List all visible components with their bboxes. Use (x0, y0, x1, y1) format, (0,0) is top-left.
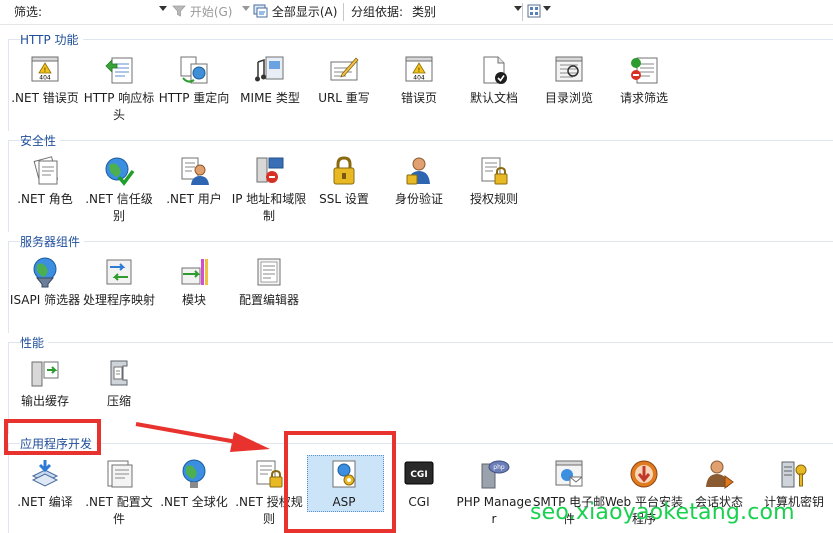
feature-label: 错误页 (400, 91, 437, 105)
svg-text:404: 404 (413, 75, 425, 82)
feature-label: PHP Manager (456, 495, 532, 526)
feature-label: SSL 设置 (319, 192, 369, 206)
section-divider (8, 342, 833, 343)
section-divider (8, 241, 833, 242)
section-title-server: 服务器组件 (20, 233, 85, 250)
php-manager-icon: php (481, 460, 510, 489)
group-by-dropdown-icon[interactable] (514, 6, 522, 11)
section-title-security: 安全性 (20, 132, 61, 149)
annotation-arrow (135, 422, 270, 452)
feature-label: .NET 错误页 (11, 91, 79, 105)
group-by-label: 分组依据: (351, 5, 404, 19)
svg-text:php: php (493, 464, 505, 471)
feature-label: 模块 (181, 293, 206, 307)
directory-browsing-icon (555, 56, 583, 82)
feature-label: 处理程序映射 (82, 293, 155, 307)
feature-label: 授权规则 (469, 192, 518, 206)
section-divider (8, 140, 9, 232)
net-trust-levels-icon (105, 157, 135, 186)
view-mode-button[interactable] (527, 4, 541, 20)
feature-label: .NET 用户 (166, 192, 222, 206)
view-mode-icon (527, 4, 541, 18)
feature-label: 默认文档 (469, 91, 518, 105)
feature-label: IP 地址和域限制 (231, 192, 307, 223)
toolbar-separator (343, 3, 344, 21)
feature-label: URL 重写 (318, 91, 370, 105)
ssl-settings-icon (333, 156, 355, 185)
configuration-editor-icon (257, 258, 281, 286)
feature-label: ISAPI 筛选器 (9, 293, 81, 307)
filter-dropdown-icon[interactable] (159, 6, 167, 11)
feature-label: 身份验证 (394, 192, 443, 206)
section-title-performance: 性能 (20, 334, 49, 351)
feature-label: HTTP 重定向 (158, 91, 230, 105)
authentication-icon (406, 157, 430, 185)
svg-text:!: ! (418, 67, 420, 74)
feature-label: 压缩 (106, 394, 131, 408)
section-divider (8, 140, 833, 141)
default-document-icon (483, 56, 507, 84)
section-divider (8, 39, 9, 131)
http-redirect-icon (180, 56, 208, 84)
feature-label: 输出缓存 (20, 394, 69, 408)
net-users-icon (181, 157, 209, 185)
isapi-filters-icon (33, 257, 57, 288)
feature-label: 配置编辑器 (238, 293, 299, 307)
url-rewrite-icon (330, 57, 359, 81)
svg-text:CGI: CGI (410, 470, 427, 480)
start-dropdown-icon[interactable] (242, 6, 250, 11)
annotation-highlight-appdev (4, 419, 101, 455)
show-all-button[interactable]: 全部显示(A) (253, 4, 337, 20)
http-response-headers-icon (105, 57, 133, 84)
start-filter-button[interactable]: 开始(G) (172, 4, 233, 20)
section-divider (8, 241, 9, 333)
feature-label: .NET 角色 (17, 192, 73, 206)
watermark-text: seo.xiaoyaoketang.com (530, 500, 795, 525)
svg-text:!: ! (44, 67, 46, 74)
output-caching-icon (31, 361, 59, 387)
show-all-icon (253, 4, 268, 18)
error-page-404-icon: ! 404 (31, 56, 59, 82)
annotation-highlight-asp (284, 431, 396, 533)
cgi-icon: CGI (404, 461, 434, 485)
section-divider (8, 39, 833, 40)
error-pages-icon: ! 404 (405, 56, 433, 82)
feature-label: .NET 信任级别 (85, 192, 153, 223)
request-filtering-icon (631, 57, 658, 84)
section-divider (8, 443, 9, 533)
feature-label: .NET 全球化 (160, 495, 228, 509)
net-compilation-icon (31, 460, 59, 487)
show-all-label: 全部显示(A) (271, 5, 338, 19)
filter-label: 筛选: (14, 5, 43, 19)
feature-label: 请求筛选 (619, 91, 668, 105)
net-roles-icon (33, 156, 59, 185)
web-platform-installer-icon (630, 460, 658, 488)
group-by-select[interactable]: 类别 (412, 4, 436, 20)
start-label: 开始(G) (189, 5, 233, 19)
net-authorization-rules-icon (256, 460, 283, 488)
feature-label: MIME 类型 (240, 91, 300, 105)
funnel-icon (172, 5, 186, 17)
net-globalization-icon (182, 459, 206, 488)
feature-label: .NET 编译 (17, 495, 73, 509)
modules-icon (181, 259, 208, 285)
view-mode-dropdown-icon[interactable] (543, 6, 551, 11)
feature-label: HTTP 响应标头 (83, 91, 155, 122)
net-profile-icon (107, 460, 133, 488)
section-title-http: HTTP 功能 (20, 31, 83, 48)
svg-text:404: 404 (39, 75, 51, 82)
mime-types-icon (255, 56, 284, 82)
filter-toolbar: 筛选: 开始(G) 全部显示(A) 分组依据: 类别 (0, 0, 833, 25)
authorization-rules-icon (481, 157, 508, 185)
toolbar-separator (522, 3, 523, 21)
feature-label: .NET 配置文件 (85, 495, 153, 526)
smtp-email-icon (555, 460, 583, 487)
session-state-icon (706, 460, 734, 489)
compression-icon (110, 360, 128, 386)
filter-input[interactable] (46, 2, 170, 23)
feature-label: 目录浏览 (544, 91, 593, 105)
machine-key-icon (781, 461, 807, 488)
ip-domain-restrictions-icon (256, 157, 284, 183)
handler-mappings-icon (106, 259, 132, 285)
